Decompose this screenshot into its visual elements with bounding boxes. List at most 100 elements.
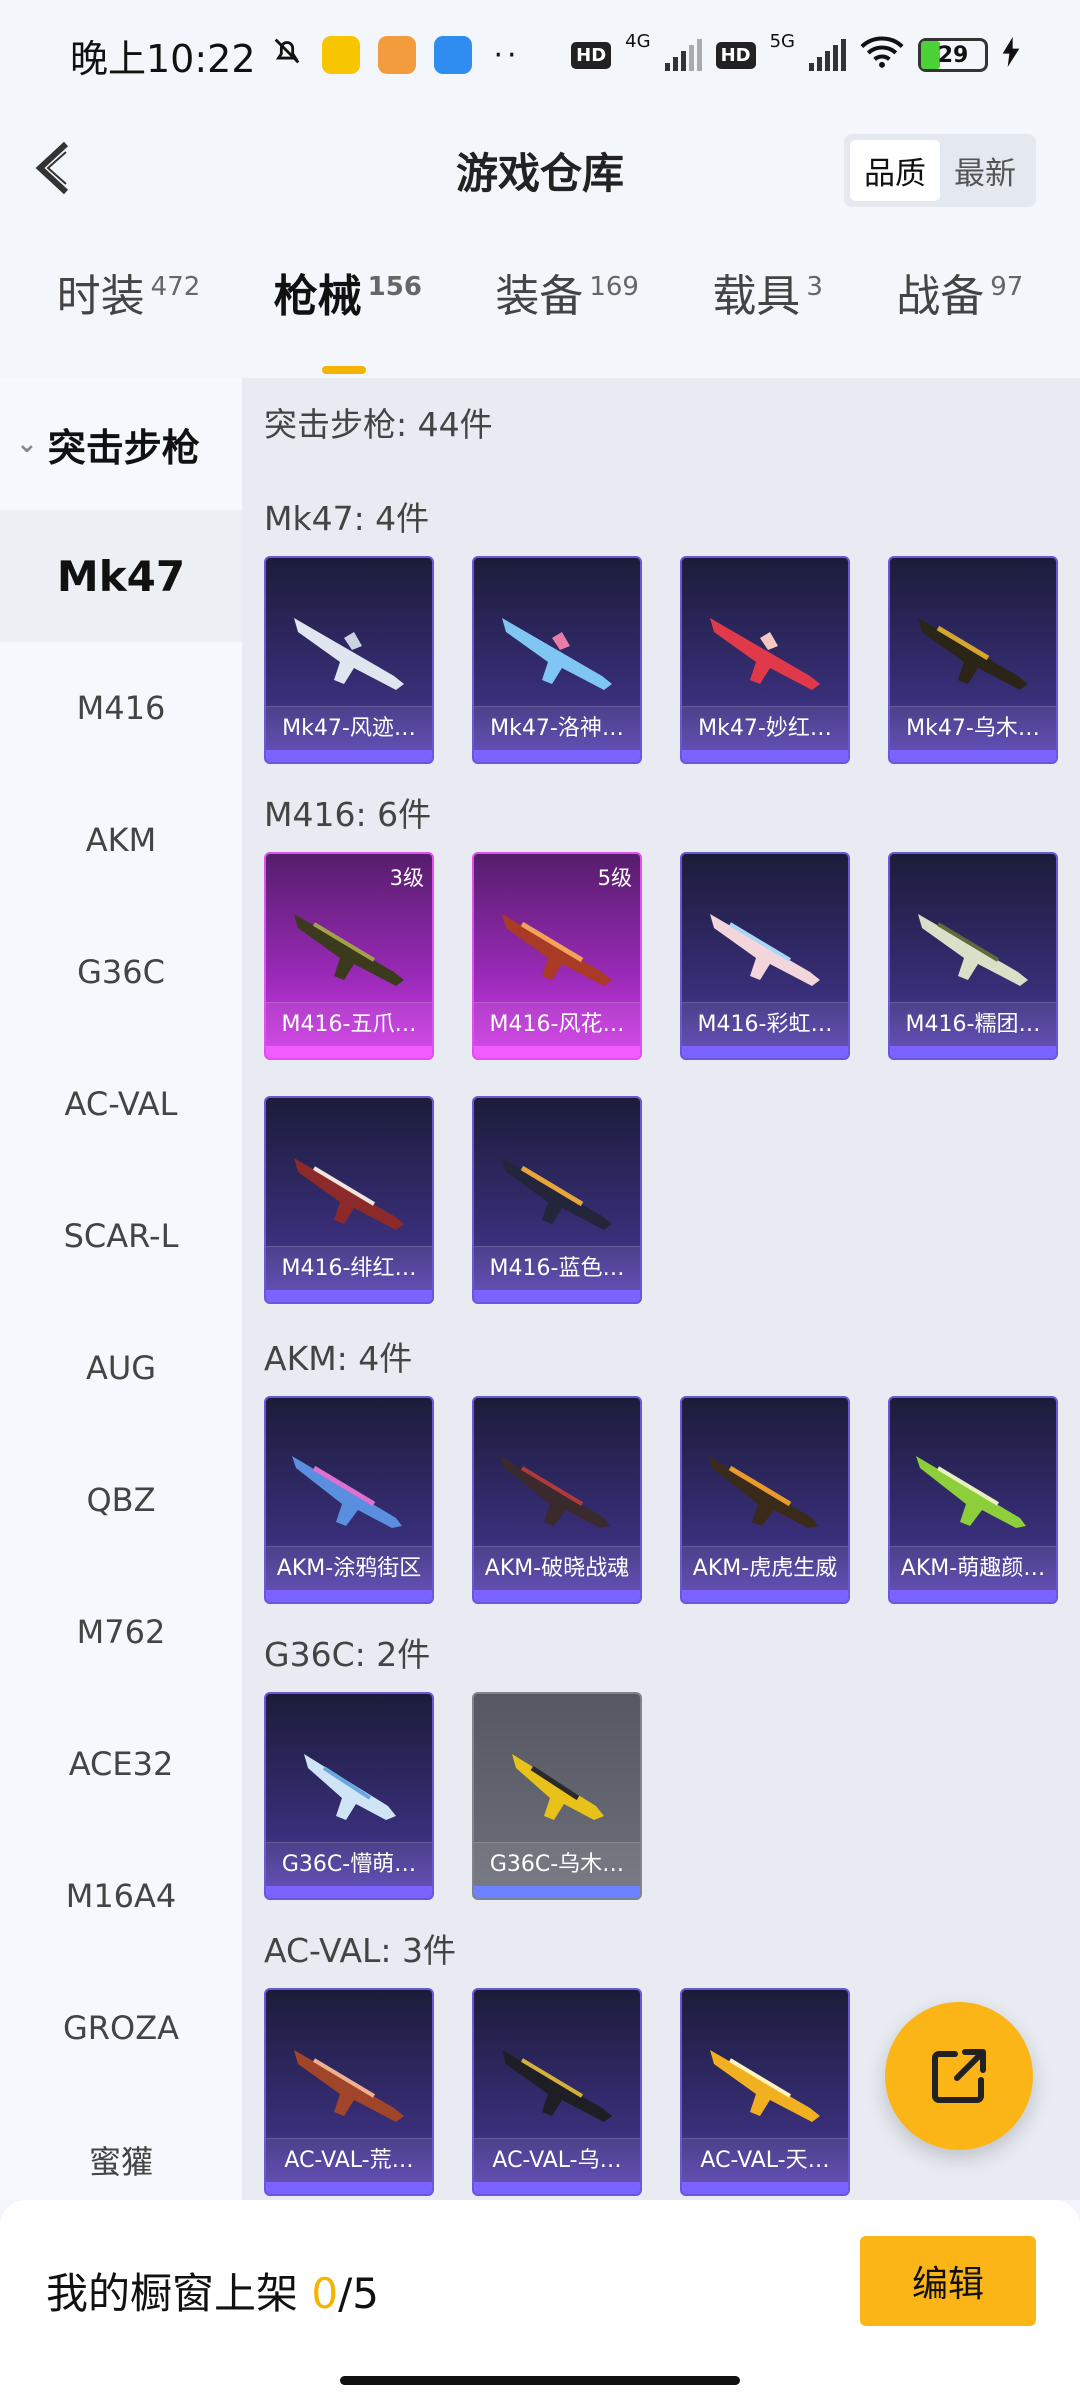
sidebar-item-m762[interactable]: M762 bbox=[0, 1566, 242, 1698]
weapon-card[interactable]: Mk47-妙红… bbox=[680, 556, 850, 764]
rarity-bar bbox=[266, 2182, 432, 2194]
weapon-card[interactable]: 5级 M416-风花… bbox=[472, 852, 642, 1060]
rarity-bar bbox=[890, 750, 1056, 762]
rarity-bar bbox=[474, 2182, 640, 2194]
category-tabs: 时装 472 枪械 156 装备 169 载具 3 战备 97 bbox=[0, 260, 1080, 374]
weapon-card[interactable]: G36C-乌木… bbox=[472, 1692, 642, 1900]
section-title-ac-val: AC-VAL: 3件 bbox=[264, 1931, 457, 1970]
sidebar-item-scar-l[interactable]: SCAR-L bbox=[0, 1170, 242, 1302]
rifle-icon bbox=[304, 1754, 396, 1820]
tab-count: 169 bbox=[589, 272, 639, 303]
weapon-card[interactable]: AKM-涂鸦街区 bbox=[264, 1396, 434, 1604]
tab-count: 156 bbox=[367, 272, 422, 303]
tab-vehicles[interactable]: 载具 3 bbox=[712, 260, 823, 360]
weapon-card-name: Mk47-妙红… bbox=[682, 706, 848, 750]
weapon-card[interactable]: AKM-虎虎生威 bbox=[680, 1396, 850, 1604]
rifle-icon bbox=[502, 914, 612, 986]
rifle-icon bbox=[294, 2050, 404, 2122]
rarity-bar bbox=[682, 1046, 848, 1058]
weapon-card[interactable]: G36C-懵萌… bbox=[264, 1692, 434, 1900]
weapon-card-name: Mk47-洛神… bbox=[474, 706, 640, 750]
section-title-m416: M416: 6件 bbox=[264, 795, 432, 834]
rifle-icon bbox=[502, 2050, 612, 2122]
sidebar-item-mk47[interactable]: Mk47 bbox=[0, 510, 242, 642]
rarity-bar bbox=[266, 1886, 432, 1898]
sidebar-item-akm[interactable]: AKM bbox=[0, 774, 242, 906]
edit-button[interactable]: 编辑 bbox=[860, 2236, 1036, 2326]
rarity-bar bbox=[890, 1046, 1056, 1058]
sidebar-item-ac-val[interactable]: AC-VAL bbox=[0, 1038, 242, 1170]
sidebar-item-g36c[interactable]: G36C bbox=[0, 906, 242, 1038]
bottom-bar: 我的橱窗上架 0/5 编辑 bbox=[0, 2200, 1080, 2400]
sidebar-item-m16a4[interactable]: M16A4 bbox=[0, 1830, 242, 1962]
weapon-card-name: G36C-乌木… bbox=[474, 1842, 640, 1886]
tab-fashion[interactable]: 时装 472 bbox=[57, 260, 201, 360]
rifle-icon bbox=[502, 618, 612, 690]
category-count-header: 突击步枪: 44件 bbox=[264, 405, 493, 444]
sort-toggle: 品质 最新 bbox=[844, 134, 1036, 207]
home-indicator[interactable] bbox=[340, 2376, 740, 2385]
weapon-card[interactable]: 3级 M416-五爪… bbox=[264, 852, 434, 1060]
rarity-bar bbox=[682, 750, 848, 762]
sort-quality-button[interactable]: 品质 bbox=[850, 140, 940, 201]
network-type-1: 4G bbox=[625, 31, 651, 52]
weapon-card-name: AC-VAL-荒… bbox=[266, 2138, 432, 2182]
section-title-mk47: Mk47: 4件 bbox=[264, 499, 430, 538]
tab-supplies[interactable]: 战备 97 bbox=[896, 260, 1023, 360]
tab-guns[interactable]: 枪械 156 bbox=[274, 260, 422, 374]
showcase-counter: 我的橱窗上架 0/5 bbox=[46, 2260, 379, 2321]
weapon-card[interactable]: AC-VAL-荒… bbox=[264, 1988, 434, 2196]
sidebar-category-label: 突击步枪 bbox=[47, 425, 200, 470]
sidebar-category-assault-rifle[interactable]: ⌄ 突击步枪 bbox=[0, 378, 242, 510]
weapon-card-name: AKM-虎虎生威 bbox=[682, 1546, 848, 1590]
sidebar-item-groza[interactable]: GROZA bbox=[0, 1962, 242, 2094]
weapon-card-name: AKM-萌趣颜… bbox=[890, 1546, 1056, 1590]
section-title-g36c: G36C: 2件 bbox=[264, 1635, 431, 1674]
rarity-bar bbox=[474, 1886, 640, 1898]
weapon-card[interactable]: AKM-破晓战魂 bbox=[472, 1396, 642, 1604]
hd-badge-2: HD bbox=[715, 41, 756, 69]
weapon-grid[interactable]: 突击步枪: 44件 Mk47: 4件 Mk47-风迹… Mk47-洛神… Mk4… bbox=[242, 378, 1080, 2200]
weapon-card[interactable]: AC-VAL-天… bbox=[680, 1988, 850, 2196]
showcase-total: /5 bbox=[338, 2269, 379, 2318]
share-button[interactable] bbox=[885, 2002, 1033, 2150]
weapon-card[interactable]: AC-VAL-乌… bbox=[472, 1988, 642, 2196]
rifle-icon bbox=[292, 1456, 402, 1528]
weapon-card[interactable]: M416-绯红… bbox=[264, 1096, 434, 1304]
rifle-icon bbox=[710, 914, 820, 986]
rifle-icon bbox=[502, 1158, 612, 1230]
weapon-card[interactable]: Mk47-洛神… bbox=[472, 556, 642, 764]
sidebar-item-m416[interactable]: M416 bbox=[0, 642, 242, 774]
tab-equipment[interactable]: 装备 169 bbox=[495, 260, 639, 360]
tab-label: 载具 bbox=[712, 271, 801, 322]
rarity-bar bbox=[474, 1590, 640, 1602]
weapon-sidebar: ⌄ 突击步枪 Mk47 M416 AKM G36C AC-VAL SCAR-L … bbox=[0, 378, 242, 2200]
weapon-card-name: AC-VAL-乌… bbox=[474, 2138, 640, 2182]
weapon-card-name: M416-五爪… bbox=[266, 1002, 432, 1046]
rifle-icon bbox=[916, 1456, 1026, 1528]
sidebar-item-qbz[interactable]: QBZ bbox=[0, 1434, 242, 1566]
sidebar-item-ace32[interactable]: ACE32 bbox=[0, 1698, 242, 1830]
weapon-card-name: AKM-破晓战魂 bbox=[474, 1546, 640, 1590]
weapon-card[interactable]: M416-糯团… bbox=[888, 852, 1058, 1060]
sidebar-item-aug[interactable]: AUG bbox=[0, 1302, 242, 1434]
weapon-card[interactable]: M416-彩虹… bbox=[680, 852, 850, 1060]
rifle-icon bbox=[500, 1456, 610, 1528]
weapon-card[interactable]: M416-蓝色… bbox=[472, 1096, 642, 1304]
rifle-icon bbox=[710, 2050, 820, 2122]
signal-icon-2 bbox=[809, 39, 846, 71]
weapon-card[interactable]: Mk47-风迹… bbox=[264, 556, 434, 764]
tab-count: 97 bbox=[990, 272, 1024, 303]
chevron-down-icon: ⌄ bbox=[16, 429, 38, 459]
sort-newest-button[interactable]: 最新 bbox=[940, 140, 1030, 201]
weapon-card-name: Mk47-风迹… bbox=[266, 706, 432, 750]
rarity-bar bbox=[682, 2182, 848, 2194]
weapon-card-name: M416-风花… bbox=[474, 1002, 640, 1046]
tab-label: 战备 bbox=[896, 271, 985, 322]
rifle-icon bbox=[294, 1158, 404, 1230]
weapon-card-name: M416-绯红… bbox=[266, 1246, 432, 1290]
weapon-card[interactable]: Mk47-乌木… bbox=[888, 556, 1058, 764]
bell-muted-icon bbox=[270, 34, 304, 77]
rarity-bar bbox=[474, 1290, 640, 1302]
weapon-card[interactable]: AKM-萌趣颜… bbox=[888, 1396, 1058, 1604]
